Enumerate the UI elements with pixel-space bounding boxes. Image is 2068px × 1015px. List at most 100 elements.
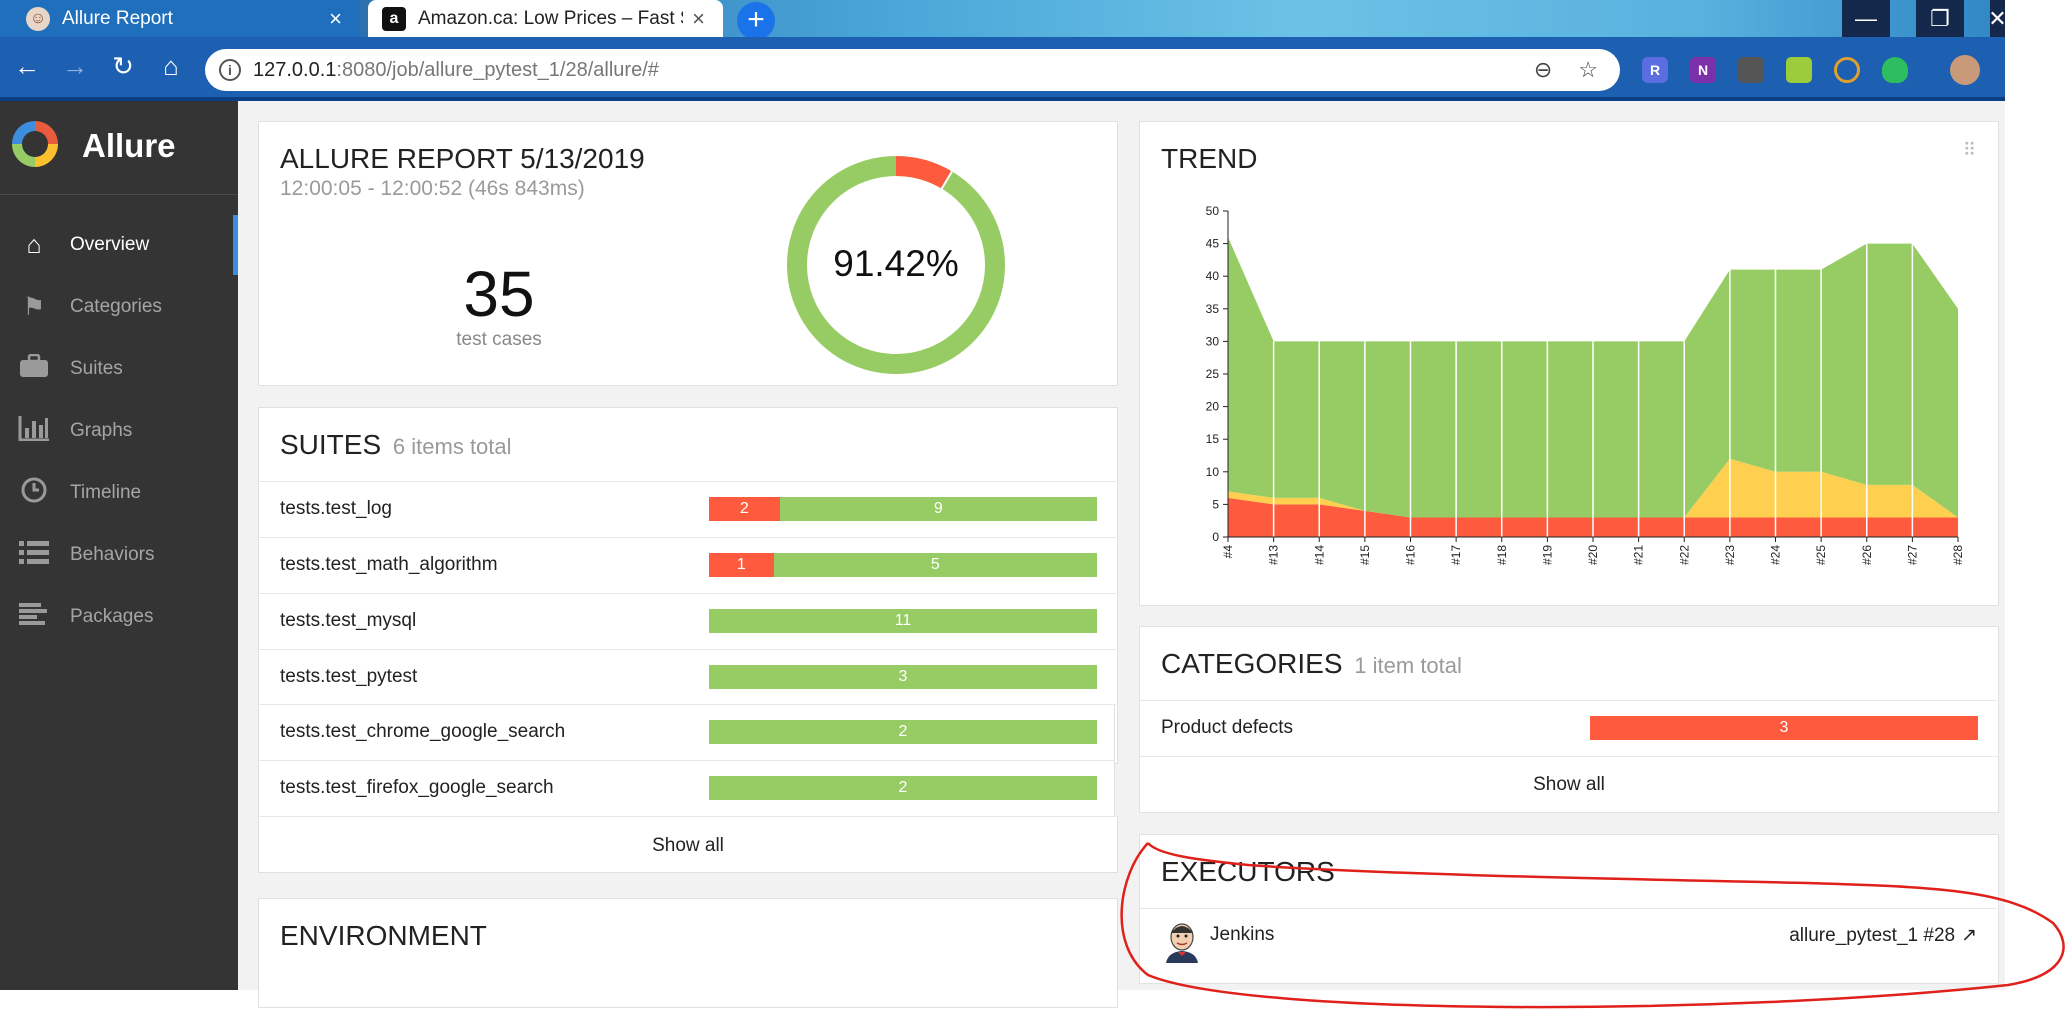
trend-y-tick-label: 35 xyxy=(1206,302,1220,316)
categories-show-all-link[interactable]: Show all xyxy=(1140,756,1998,812)
trend-y-tick-label: 40 xyxy=(1206,269,1220,283)
suite-row[interactable]: tests.test_chrome_google_search 2 xyxy=(258,704,1115,760)
executors-title: EXECUTORS xyxy=(1161,856,1335,887)
trend-y-tick-label: 50 xyxy=(1206,204,1220,218)
trend-x-tick-label: #26 xyxy=(1860,545,1874,565)
tab-allure-report[interactable]: ☺ Allure Report × xyxy=(0,0,360,37)
sidebar-item-suites[interactable]: Suites xyxy=(0,339,238,399)
profile-avatar[interactable] xyxy=(1950,55,1980,85)
trend-x-tick-label: #17 xyxy=(1449,545,1463,565)
sidebar-item-categories[interactable]: ⚑ Categories xyxy=(0,277,238,337)
onenote-extension-icon[interactable]: N xyxy=(1690,57,1716,83)
close-tab-icon[interactable]: × xyxy=(692,6,705,32)
url-host: 127.0.0.1 xyxy=(253,58,337,81)
trend-x-tick-label: #21 xyxy=(1632,545,1646,565)
jenkins-favicon-icon: ☺ xyxy=(26,6,50,31)
trend-y-tick-label: 45 xyxy=(1206,237,1220,251)
extension-circle-icon[interactable] xyxy=(1834,57,1860,83)
extension-r-icon[interactable]: R xyxy=(1642,57,1668,83)
trend-y-tick-label: 25 xyxy=(1206,367,1220,381)
trend-x-tick-label: #4 xyxy=(1221,545,1235,559)
extension-green-icon[interactable] xyxy=(1786,57,1812,83)
categories-count: 1 item total xyxy=(1354,653,1462,678)
report-time-range: 12:00:05 - 12:00:52 (46s 843ms) xyxy=(280,177,585,200)
trend-y-tick-label: 15 xyxy=(1206,432,1220,446)
main-content: ALLURE REPORT 5/13/2019 12:00:05 - 12:00… xyxy=(238,101,2005,1008)
sidebar-item-timeline[interactable]: Timeline xyxy=(0,463,238,523)
trend-y-tick-label: 5 xyxy=(1212,497,1219,511)
reload-icon[interactable]: ↻ xyxy=(106,49,140,83)
sidebar-item-overview[interactable]: ⌂ Overview xyxy=(0,215,238,275)
suite-status-bar[interactable]: 2 xyxy=(709,720,1097,744)
external-link-icon[interactable]: ↗ xyxy=(1961,924,1977,947)
minimize-window-button[interactable]: — xyxy=(1842,0,1890,37)
brand-name: Allure xyxy=(82,127,176,164)
trend-x-tick-label: #22 xyxy=(1677,545,1691,565)
trend-x-tick-label: #13 xyxy=(1267,545,1281,565)
trend-x-tick-label: #14 xyxy=(1312,545,1326,565)
trend-x-tick-label: #19 xyxy=(1540,545,1554,565)
sidebar-item-label: Suites xyxy=(70,358,123,379)
environment-title: ENVIRONMENT xyxy=(280,920,487,951)
tab-amazon[interactable]: a Amazon.ca: Low Prices – Fast Ship × xyxy=(368,0,723,37)
zoom-out-icon[interactable]: ⊖ xyxy=(1534,57,1552,83)
executor-build-link[interactable]: allure_pytest_1 #28 ↗ xyxy=(1789,924,1977,947)
sidebar-item-label: Overview xyxy=(70,234,150,255)
test-case-count: 35 xyxy=(463,258,535,330)
trend-y-tick-label: 0 xyxy=(1212,530,1219,544)
sidebar-item-behaviors[interactable]: Behaviors xyxy=(0,525,238,585)
home-icon: ⌂ xyxy=(26,230,42,259)
trend-widget: TREND ⠿ 0 5 10 15 20 25 30 35 40 45 50 #4 #13 #14 #15 #… xyxy=(1139,121,1999,606)
trend-x-tick-label: #27 xyxy=(1905,545,1919,565)
success-rate-text: 91.42% xyxy=(833,243,959,284)
forward-arrow-icon[interactable]: → xyxy=(58,49,92,83)
jenkins-avatar-icon xyxy=(1166,923,1198,963)
site-info-icon[interactable]: i xyxy=(219,59,241,81)
sidebar-item-label: Categories xyxy=(70,296,162,317)
browser-tab-bar: ☺ Allure Report × a Amazon.ca: Low Price… xyxy=(0,0,2005,37)
bookmark-star-icon[interactable]: ☆ xyxy=(1578,57,1598,83)
trend-x-tick-label: #15 xyxy=(1358,545,1372,565)
trend-y-tick-label: 20 xyxy=(1206,400,1220,414)
close-window-button[interactable]: ✕ xyxy=(1990,0,2005,37)
executor-build-label[interactable]: allure_pytest_1 #28 xyxy=(1789,925,1955,946)
new-tab-button[interactable]: + xyxy=(737,2,775,37)
passed-segment[interactable]: 2 xyxy=(709,776,1097,800)
tab-title: Allure Report xyxy=(62,7,173,29)
extension-grid-icon[interactable] xyxy=(1738,57,1764,83)
allure-logo-icon xyxy=(12,121,58,167)
executors-widget: EXECUTORS Jenkins allure_pytest_1 #28 ↗ xyxy=(1139,834,1999,984)
category-status-bar[interactable]: 3 xyxy=(1590,716,1978,740)
back-arrow-icon[interactable]: ← xyxy=(10,49,44,83)
trend-x-tick-label: #23 xyxy=(1723,545,1737,565)
executor-row[interactable]: Jenkins allure_pytest_1 #28 ↗ xyxy=(1140,908,1997,985)
summary-widget: ALLURE REPORT 5/13/2019 12:00:05 - 12:00… xyxy=(258,121,1118,386)
address-bar[interactable]: i 127.0.0.1 :8080/job/allure_pytest_1/28… xyxy=(205,49,1620,91)
suite-status-bar[interactable]: 2 xyxy=(709,776,1097,800)
tab-title: Amazon.ca: Low Prices – Fast Ship xyxy=(418,7,683,29)
maximize-window-button[interactable]: ❐ xyxy=(1916,0,1964,37)
trend-x-tick-label: #18 xyxy=(1495,545,1509,565)
sidebar-item-graphs[interactable]: Graphs xyxy=(0,401,238,461)
briefcase-icon xyxy=(17,353,51,385)
suite-row[interactable]: tests.test_firefox_google_search 2 xyxy=(258,760,1115,816)
sidebar-divider xyxy=(0,194,238,195)
suites-widget-extension: tests.test_chrome_google_search 2 tests.… xyxy=(258,407,1118,978)
home-icon[interactable]: ⌂ xyxy=(154,49,188,83)
trend-chart: 0 5 10 15 20 25 30 35 40 45 50 #4 #13 #14 #15 #16 #17 #18… xyxy=(1206,204,1965,565)
passed-segment[interactable]: 2 xyxy=(709,720,1097,744)
evernote-extension-icon[interactable] xyxy=(1882,57,1908,83)
sidebar-item-packages[interactable]: Packages xyxy=(0,587,238,647)
executor-name: Jenkins xyxy=(1210,924,1275,945)
sidebar-item-label: Timeline xyxy=(70,482,142,503)
sidebar-item-label: Packages xyxy=(70,606,154,627)
category-name: Product defects xyxy=(1161,717,1294,738)
suites-show-all-link[interactable]: Show all xyxy=(258,816,1118,873)
product-defects-segment[interactable]: 3 xyxy=(1590,716,1978,740)
trend-x-tick-label: #28 xyxy=(1951,545,1965,565)
category-row[interactable]: Product defects 3 xyxy=(1140,700,1997,756)
close-tab-icon[interactable]: × xyxy=(329,6,342,32)
categories-title: CATEGORIES 1 item total xyxy=(1161,648,1462,680)
allure-sidebar: Allure ⌂ Overview ⚑ Categories Suites Gr… xyxy=(0,101,238,990)
url-path: :8080/job/allure_pytest_1/28/allure/# xyxy=(336,58,659,81)
